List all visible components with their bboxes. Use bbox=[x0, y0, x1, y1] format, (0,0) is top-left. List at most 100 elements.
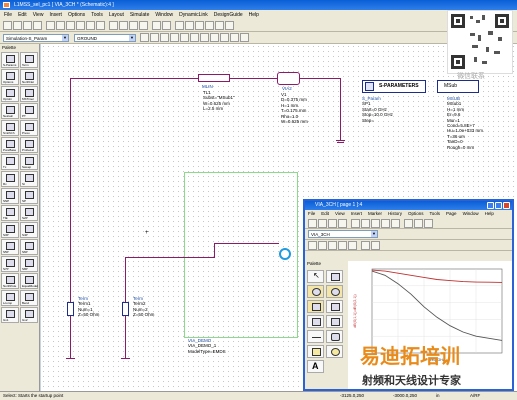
sub-menu-window[interactable]: Window bbox=[463, 210, 479, 218]
push-into-icon[interactable] bbox=[152, 21, 161, 30]
wire-icon[interactable] bbox=[160, 33, 169, 42]
sub-menu-tools[interactable]: Tools bbox=[430, 210, 441, 218]
palette-item[interactable]: Lcomp bbox=[1, 290, 19, 306]
simulate-icon[interactable] bbox=[175, 21, 184, 30]
new-icon[interactable] bbox=[3, 21, 12, 30]
check-icon[interactable] bbox=[220, 33, 229, 42]
new-icon[interactable] bbox=[308, 219, 317, 228]
dataset-select[interactable]: VIA_3CH ▼ bbox=[308, 230, 378, 238]
save-icon[interactable] bbox=[328, 219, 337, 228]
chevron-down-icon[interactable]: ▼ bbox=[371, 231, 377, 237]
menu-edit[interactable]: Edit bbox=[18, 12, 27, 18]
probe-icon[interactable] bbox=[210, 33, 219, 42]
menu-simulate[interactable]: Simulate bbox=[130, 12, 149, 18]
polar-plot-icon[interactable] bbox=[326, 285, 343, 298]
copy-icon[interactable] bbox=[381, 219, 390, 228]
palette-item[interactable]: SmithCh bbox=[1, 120, 19, 136]
deactivate-icon[interactable] bbox=[225, 21, 234, 30]
palette-item[interactable]: PT bbox=[20, 103, 38, 119]
menu-options[interactable]: Options bbox=[68, 12, 85, 18]
zoom-out-icon[interactable] bbox=[119, 21, 128, 30]
optimize-icon[interactable] bbox=[195, 21, 204, 30]
palette-item[interactable]: St bbox=[20, 171, 38, 187]
palette-item[interactable]: Term bbox=[20, 52, 38, 68]
palette-item[interactable]: Options bbox=[1, 69, 19, 85]
cut-icon[interactable] bbox=[351, 219, 360, 228]
msub-block[interactable]: MSub bbox=[437, 80, 479, 93]
text-icon[interactable]: A bbox=[307, 360, 324, 373]
pin-icon[interactable] bbox=[200, 33, 209, 42]
sub-menu-view[interactable]: View bbox=[335, 210, 345, 218]
palette-item[interactable]: Gx2 bbox=[20, 307, 38, 323]
palette-item[interactable]: SP bbox=[20, 188, 38, 204]
text-icon[interactable] bbox=[371, 241, 380, 250]
minimize-icon[interactable] bbox=[487, 202, 494, 209]
palette-item[interactable]: NorthNet bbox=[20, 69, 38, 85]
palette-item[interactable]: MSTimer bbox=[20, 86, 38, 102]
polyline-icon[interactable] bbox=[326, 330, 343, 343]
zoom-out-icon[interactable] bbox=[414, 219, 423, 228]
sub-menu-file[interactable]: File bbox=[308, 210, 315, 218]
zoom-in-icon[interactable] bbox=[404, 219, 413, 228]
rotate-icon[interactable] bbox=[86, 21, 95, 30]
print-icon[interactable] bbox=[33, 21, 42, 30]
equation-icon[interactable] bbox=[326, 315, 343, 328]
list-icon[interactable] bbox=[348, 241, 357, 250]
grid-icon[interactable] bbox=[230, 33, 239, 42]
redo-icon[interactable] bbox=[66, 21, 75, 30]
save-icon[interactable] bbox=[23, 21, 32, 30]
plot-page[interactable]: dB(S(1,1)) dB(S(2,1)) freq, GHz bbox=[348, 261, 512, 389]
palette-item[interactable]: S4P bbox=[20, 222, 38, 238]
zoom-fit-icon[interactable] bbox=[424, 219, 433, 228]
palette-item[interactable]: S2P bbox=[20, 205, 38, 221]
pop-out-icon[interactable] bbox=[162, 21, 171, 30]
sub-menu-page[interactable]: Page bbox=[446, 210, 457, 218]
palette-item[interactable]: Prexo bbox=[20, 120, 38, 136]
stack-plot-icon[interactable] bbox=[326, 300, 343, 313]
palette-item[interactable]: S3P bbox=[1, 222, 19, 238]
redo-icon[interactable] bbox=[371, 219, 380, 228]
palette-item[interactable]: SNP bbox=[1, 188, 19, 204]
port-icon[interactable] bbox=[150, 33, 159, 42]
polar-plot-icon[interactable] bbox=[318, 241, 327, 250]
rect-plot-icon[interactable] bbox=[307, 285, 324, 298]
palette-item[interactable]: Tx bbox=[1, 154, 19, 170]
palette-item[interactable]: S7P bbox=[1, 256, 19, 272]
term2-symbol[interactable] bbox=[122, 302, 129, 316]
zoom-area-icon[interactable] bbox=[129, 21, 138, 30]
sub-menu-history[interactable]: History bbox=[388, 210, 402, 218]
rect-plot-icon[interactable] bbox=[308, 241, 317, 250]
palette-item[interactable]: S8P bbox=[20, 256, 38, 272]
palette-item[interactable]: OptoIn bbox=[1, 86, 19, 102]
menu-window[interactable]: Window bbox=[155, 12, 173, 18]
smith-chart-icon[interactable] bbox=[328, 241, 337, 250]
delete-icon[interactable] bbox=[46, 21, 55, 30]
menu-help[interactable]: Help bbox=[249, 12, 259, 18]
paste-icon[interactable] bbox=[391, 219, 400, 228]
palette-item[interactable]: Netcalc bbox=[1, 103, 19, 119]
palette-item[interactable]: Gx1 bbox=[1, 307, 19, 323]
term1-symbol[interactable] bbox=[67, 302, 74, 316]
component-library-select[interactable]: Simulation-S_Param ▼ bbox=[3, 34, 69, 42]
menu-file[interactable]: File bbox=[4, 12, 12, 18]
palette-item[interactable]: S6P bbox=[20, 239, 38, 255]
menu-insert[interactable]: Insert bbox=[49, 12, 62, 18]
menu-designguide[interactable]: DesignGuide bbox=[214, 12, 243, 18]
smith-chart-icon[interactable] bbox=[307, 300, 324, 313]
open-icon[interactable] bbox=[13, 21, 22, 30]
palette-item[interactable]: EqualModel bbox=[20, 273, 38, 289]
palette-item[interactable]: S-Params bbox=[1, 52, 19, 68]
undo-icon[interactable] bbox=[56, 21, 65, 30]
sub-menu-insert[interactable]: Insert bbox=[351, 210, 362, 218]
component-select[interactable]: GROUND ▼ bbox=[74, 34, 136, 42]
maximize-icon[interactable] bbox=[495, 202, 502, 209]
palette-item[interactable]: NorthPole bbox=[1, 273, 19, 289]
zoom-fit-icon[interactable] bbox=[139, 21, 148, 30]
marker-icon[interactable] bbox=[361, 241, 370, 250]
palette-item[interactable]: TIE bbox=[1, 205, 19, 221]
menu-tools[interactable]: Tools bbox=[91, 12, 103, 18]
port-ring[interactable] bbox=[279, 248, 291, 260]
mirror-icon[interactable] bbox=[96, 21, 105, 30]
s-param-plot[interactable]: dB(S(1,1)) dB(S(2,1))freq, GHz bbox=[348, 261, 512, 389]
eye-icon[interactable] bbox=[240, 33, 249, 42]
